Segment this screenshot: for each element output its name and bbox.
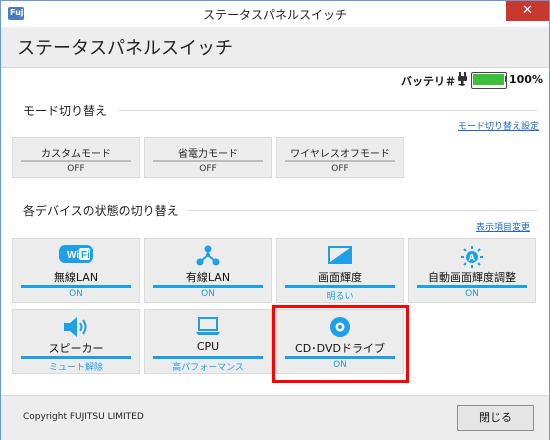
mode-button-state: OFF [331, 164, 349, 174]
tile-status-bar [417, 285, 527, 288]
app-window: Fuj ステータスパネルスイッチ ✕ ステータスパネルスイッチ バッテリ＃１ 1… [0, 0, 550, 440]
copyright-text: Copyright FUJITSU LIMITED [23, 412, 144, 422]
battery-icon [471, 72, 507, 89]
mode-button-bar [153, 160, 263, 162]
title-bar: Fuj ステータスパネルスイッチ ✕ [1, 1, 549, 27]
tile-status-bar [153, 285, 263, 288]
tile-label: 有線LAN [185, 271, 231, 284]
highlight-frame [272, 305, 409, 383]
tile-label: CPU [196, 340, 220, 353]
tile-speaker[interactable]: スピーカー ミュート解除 [12, 309, 140, 374]
plug-icon [458, 72, 467, 86]
tile-cpu[interactable]: CPU 高パフォーマンス [144, 309, 272, 374]
footer: Copyright FUJITSU LIMITED 閉じる [1, 395, 549, 440]
mode-button-bar [21, 160, 131, 162]
close-button[interactable]: 閉じる [457, 405, 534, 431]
power-saving-mode-button[interactable]: 省電力モード OFF [144, 137, 272, 178]
custom-mode-button[interactable]: カスタムモード OFF [12, 137, 140, 178]
wifi-icon: Wi Fi [59, 245, 93, 263]
device-section-title: 各デバイスの状態の切り替え [23, 204, 179, 218]
auto-brightness-icon: A [461, 246, 483, 268]
tile-status-bar [153, 356, 263, 359]
page-title: ステータスパネルスイッチ [17, 38, 233, 59]
cpu-icon [196, 317, 220, 335]
tile-state: ミュート解除 [48, 363, 103, 373]
mode-button-state: OFF [199, 164, 217, 174]
tile-state: ON [69, 289, 83, 299]
tile-wireless-lan[interactable]: Wi Fi 無線LAN ON [12, 238, 140, 303]
battery-percent: 100% [509, 73, 543, 86]
tile-state: 高パフォーマンス [172, 363, 244, 373]
device-section-divider [187, 210, 537, 211]
mode-button-bar [285, 160, 395, 162]
window-close-button[interactable]: ✕ [506, 1, 549, 21]
tile-status-bar [21, 356, 131, 359]
tile-wired-lan[interactable]: 有線LAN ON [144, 238, 272, 303]
svg-text:Wi: Wi [67, 250, 79, 261]
window-title: ステータスパネルスイッチ [202, 8, 347, 22]
tile-status-bar [21, 285, 131, 288]
tile-state: ON [465, 289, 479, 299]
mode-section-title: モード切り替え [23, 104, 108, 118]
wireless-off-mode-button[interactable]: ワイヤレスオフモード OFF [276, 137, 404, 178]
tile-screen-brightness[interactable]: 画面輝度 明るい [276, 238, 404, 303]
mode-button-label: 省電力モード [178, 149, 238, 160]
mode-button-label: ワイヤレスオフモード [290, 149, 390, 160]
tile-label: 自動画面輝度調整 [428, 271, 516, 284]
brightness-icon [328, 246, 352, 264]
speaker-icon [64, 317, 87, 337]
tile-label: 無線LAN [53, 271, 99, 284]
battery-nub [505, 76, 507, 82]
mode-button-label: カスタムモード [41, 149, 111, 160]
tile-status-bar [285, 285, 395, 288]
battery-fill [473, 74, 504, 85]
svg-text:Fi: Fi [81, 250, 90, 261]
tile-label: 画面輝度 [318, 271, 362, 284]
header: ステータスパネルスイッチ [1, 27, 549, 68]
tile-state: ON [201, 289, 215, 299]
tile-label: スピーカー [48, 342, 104, 355]
svg-text:A: A [469, 253, 476, 263]
tile-state: 明るい [326, 292, 354, 302]
mode-section-divider [119, 110, 537, 111]
mode-settings-link[interactable]: モード切り替え設定 [458, 119, 539, 132]
mode-button-state: OFF [67, 164, 85, 174]
display-items-link[interactable]: 表示項目変更 [476, 220, 530, 233]
tile-auto-brightness[interactable]: A 自動画面輝度調整 ON [408, 238, 536, 303]
network-icon [196, 245, 220, 266]
